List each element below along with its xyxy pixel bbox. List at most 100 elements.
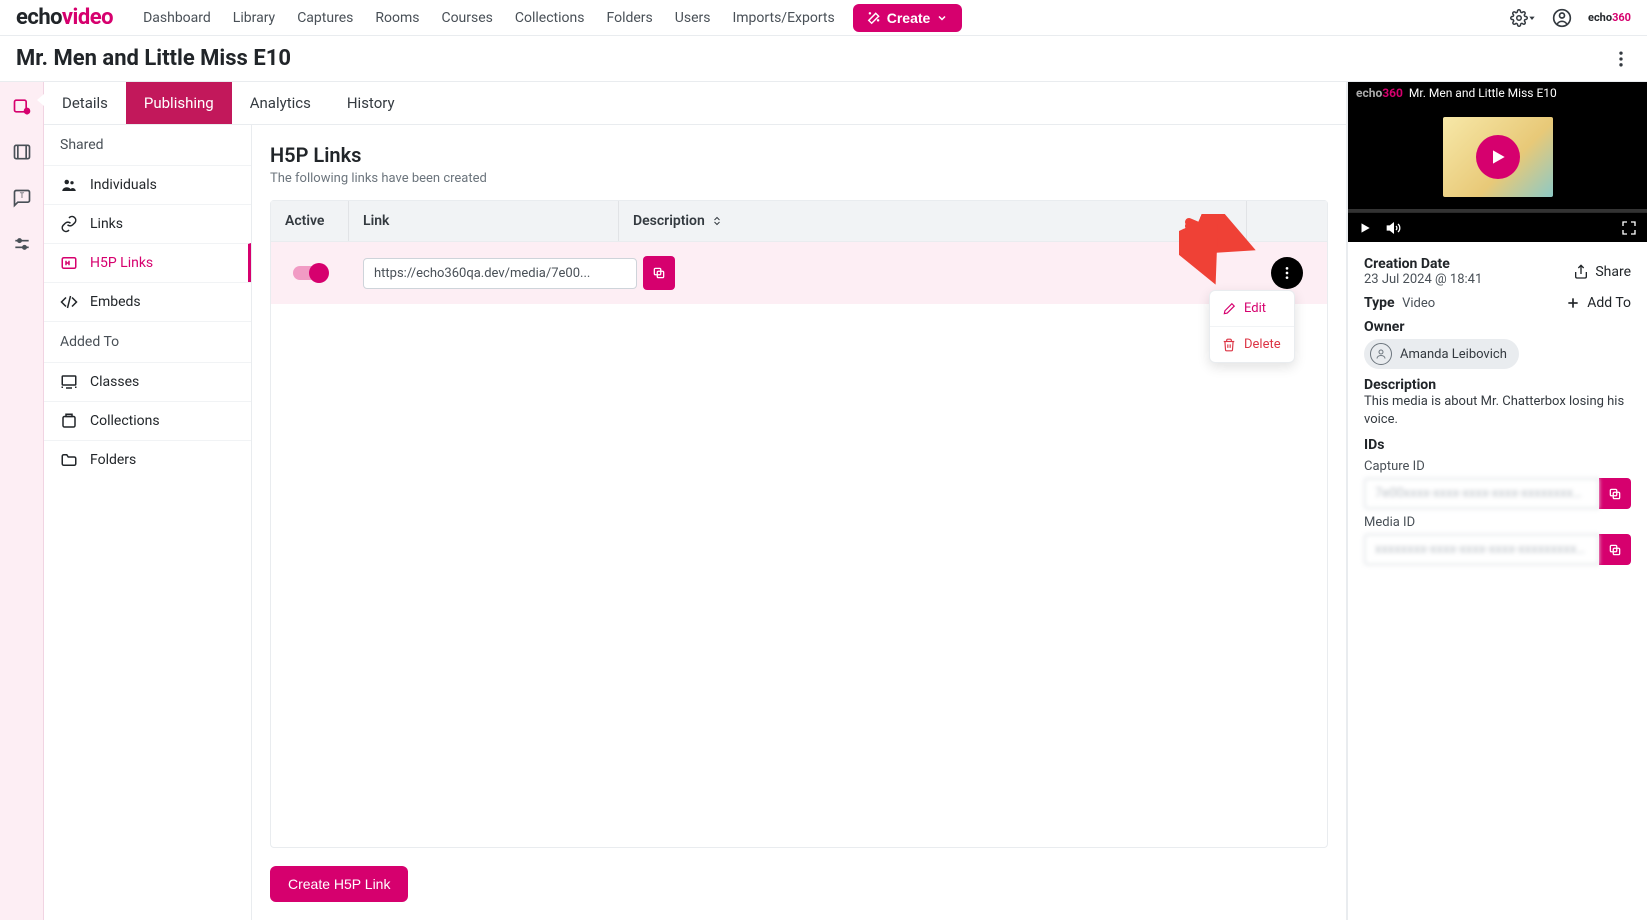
sidebar-label: H5P Links (90, 255, 153, 271)
copy-link-button[interactable] (643, 256, 675, 290)
active-toggle[interactable] (293, 266, 327, 280)
page-more-button[interactable] (1611, 49, 1631, 69)
sidebar-item-folders[interactable]: Folders (44, 440, 251, 479)
owner-chip[interactable]: Amanda Leibovich (1364, 339, 1519, 369)
sidebar-item-links[interactable]: Links (44, 204, 251, 243)
nav-captures[interactable]: Captures (297, 10, 353, 26)
collections-icon (60, 412, 78, 430)
tab-publishing[interactable]: Publishing (126, 82, 232, 124)
gear-icon (1510, 9, 1528, 27)
create-h5p-link-button[interactable]: Create H5P Link (270, 866, 408, 902)
capture-id-value[interactable]: 7e00xxxx-xxxx-xxxx-xxxx-xxxxxxxxxx... (1364, 478, 1599, 509)
tab-details[interactable]: Details (44, 82, 126, 124)
nav-folders[interactable]: Folders (606, 10, 652, 26)
avatar-icon (1370, 343, 1392, 365)
more-vertical-icon (1279, 265, 1295, 281)
desc-label: Description (1364, 377, 1631, 393)
create-button[interactable]: Create (853, 4, 963, 32)
tabs: Details Publishing Analytics History (44, 82, 1346, 125)
nav-dashboard[interactable]: Dashboard (143, 10, 211, 26)
sort-icon (711, 215, 723, 227)
row-actions-button[interactable] (1271, 257, 1303, 289)
cell-link: https://echo360qa.dev/media/7e00... (349, 256, 689, 290)
play-icon (1488, 147, 1508, 167)
rail-item-video[interactable] (0, 136, 43, 168)
pencil-icon (1222, 302, 1236, 316)
add-to-button[interactable]: Add To (1565, 295, 1631, 311)
nav-imports-exports[interactable]: Imports/Exports (732, 10, 834, 26)
classes-icon (60, 373, 78, 391)
transcript-icon: T (12, 188, 32, 208)
preview-title-bar: echo360 Mr. Men and Little Miss E10 (1348, 82, 1647, 104)
col-actions (1247, 201, 1327, 241)
title-bar: Mr. Men and Little Miss E10 (0, 36, 1647, 82)
volume-icon[interactable] (1386, 220, 1402, 236)
cell-active (271, 266, 349, 280)
nav-rooms[interactable]: Rooms (375, 10, 419, 26)
brand-video: video (62, 5, 113, 30)
video-preview[interactable]: echo360 Mr. Men and Little Miss E10 (1348, 82, 1647, 242)
type-value: Video (1402, 296, 1435, 311)
user-circle-icon (1552, 8, 1572, 28)
play-small-icon[interactable] (1358, 221, 1372, 235)
rail-item-transcript[interactable]: T (0, 182, 43, 214)
menu-delete[interactable]: Delete (1210, 327, 1294, 362)
media-id-value[interactable]: xxxxxxxx-xxxx-xxxx-xxxx-xxxxxxxxxx... (1364, 534, 1599, 565)
sidebar-item-classes[interactable]: Classes (44, 362, 251, 401)
nav-users[interactable]: Users (675, 10, 711, 26)
sidebar-item-embeds[interactable]: Embeds (44, 282, 251, 321)
copy-icon (1608, 543, 1622, 557)
trash-icon (1222, 338, 1236, 352)
sidebar-label: Links (90, 216, 123, 232)
nav-courses[interactable]: Courses (441, 10, 492, 26)
center-panel: Details Publishing Analytics History Sha… (44, 82, 1347, 920)
sidebar-item-h5p-links[interactable]: H5P Links (44, 243, 251, 282)
mini-logo: echo360 (1588, 11, 1631, 24)
right-panel: echo360 Mr. Men and Little Miss E10 (1347, 82, 1647, 920)
play-button[interactable] (1476, 135, 1520, 179)
sidebar-item-collections[interactable]: Collections (44, 401, 251, 440)
links-table: Active Link Description https (270, 200, 1328, 848)
ids-block: IDs Capture ID 7e00xxxx-xxxx-xxxx-xxxx-x… (1364, 437, 1631, 565)
sidebar-shared-title: Shared (44, 125, 251, 165)
body: i T Details Publishing Analytics History… (0, 82, 1647, 920)
menu-edit[interactable]: Edit (1210, 291, 1294, 327)
sliders-icon (12, 234, 32, 254)
share-button[interactable]: Share (1573, 264, 1631, 280)
more-vertical-icon (1611, 49, 1631, 69)
nav-library[interactable]: Library (233, 10, 275, 26)
link-icon (60, 215, 78, 233)
sidebar-item-individuals[interactable]: Individuals (44, 165, 251, 204)
preview-title: Mr. Men and Little Miss E10 (1409, 86, 1557, 100)
settings-button[interactable] (1510, 9, 1536, 27)
main-content: H5P Links The following links have been … (252, 125, 1346, 920)
wand-icon (867, 11, 881, 25)
copy-icon (1608, 487, 1622, 501)
main-heading: H5P Links (270, 143, 1328, 167)
profile-button[interactable] (1552, 8, 1572, 28)
rail-item-settings[interactable] (0, 228, 43, 260)
media-id-block: Media ID xxxxxxxx-xxxx-xxxx-xxxx-xxxxxxx… (1364, 515, 1631, 565)
link-value[interactable]: https://echo360qa.dev/media/7e00... (363, 258, 637, 289)
media-id-label: Media ID (1364, 515, 1631, 530)
top-nav-right: echo360 (1510, 8, 1631, 28)
cell-actions (1247, 257, 1327, 289)
col-description[interactable]: Description (619, 201, 1247, 241)
nav-collections[interactable]: Collections (515, 10, 585, 26)
left-rail: i T (0, 82, 44, 920)
tab-analytics[interactable]: Analytics (232, 82, 329, 124)
sidebar-label: Classes (90, 374, 139, 390)
col-description-label: Description (633, 213, 705, 229)
capture-id-label: Capture ID (1364, 459, 1631, 474)
chevron-down-icon (936, 12, 948, 24)
copy-capture-id-button[interactable] (1599, 478, 1631, 509)
copy-media-id-button[interactable] (1599, 534, 1631, 565)
fullscreen-icon[interactable] (1621, 220, 1637, 236)
tab-history[interactable]: History (329, 82, 413, 124)
center-row: Shared Individuals Links H5P Links Embed… (44, 125, 1346, 920)
brand-logo[interactable]: echovideo (16, 5, 113, 30)
row-actions-menu: Edit Delete (1209, 290, 1295, 363)
preview-controls (1348, 212, 1647, 242)
type-label: Type (1364, 295, 1395, 311)
sidebar-label: Embeds (90, 294, 141, 310)
